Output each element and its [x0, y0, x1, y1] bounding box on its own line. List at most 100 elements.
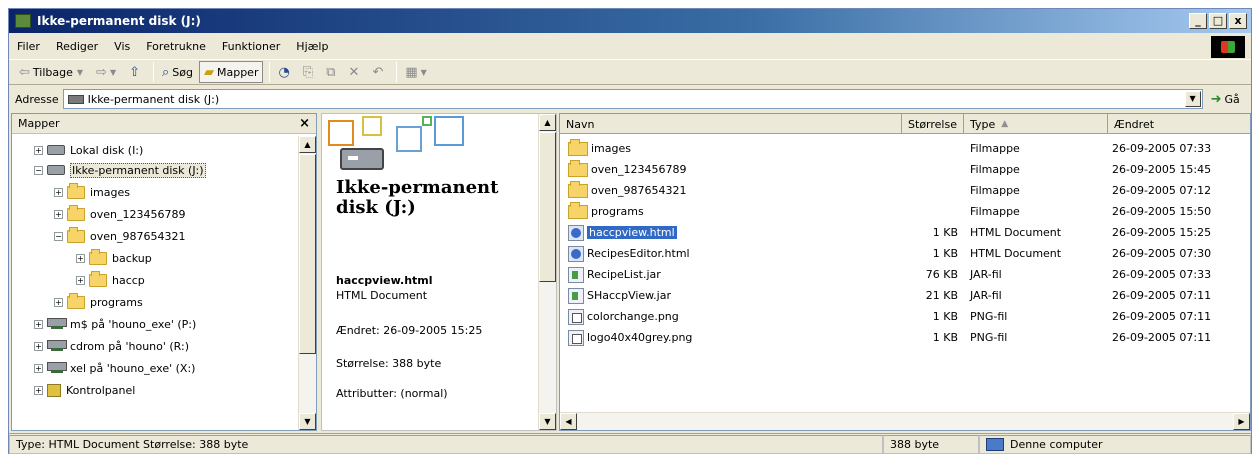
expand-icon[interactable]: + — [34, 341, 43, 351]
file-size: 1 KB — [932, 310, 958, 323]
collapse-icon[interactable]: − — [34, 165, 43, 175]
menu-rediger[interactable]: Rediger — [56, 40, 98, 53]
expand-icon[interactable]: + — [76, 253, 85, 263]
collapse-icon[interactable]: − — [54, 231, 63, 241]
tree-item-haccp[interactable]: + haccp — [76, 270, 145, 290]
tree-item-oven-987654321[interactable]: − oven_987654321 — [54, 226, 185, 246]
expand-icon[interactable]: + — [54, 297, 63, 307]
search-button[interactable]: ⌕ Søg — [158, 61, 197, 83]
file-modified: 26-09-2005 07:33 — [1112, 142, 1212, 155]
list-item[interactable]: colorchange.png 1 KB PNG-fil 26-09-2005 … — [560, 306, 1250, 327]
views-button[interactable]: ▦ ▼ — [401, 61, 433, 83]
scroll-down-button[interactable]: ▼ — [539, 413, 556, 430]
tree-item-ikke-permanent-disk[interactable]: − Ikke-permanent disk (J:) — [34, 160, 206, 180]
menu-foretrukne[interactable]: Foretrukne — [146, 40, 206, 53]
menu-vis[interactable]: Vis — [114, 40, 130, 53]
file-name: oven_987654321 — [591, 184, 687, 197]
file-type: Filmappe — [970, 205, 1020, 218]
file-name-cell: haccpview.html — [568, 224, 677, 241]
go-button[interactable]: ➜ Gå — [1211, 92, 1240, 107]
address-dropdown-button[interactable]: ▼ — [1184, 91, 1201, 107]
expand-icon[interactable]: + — [34, 319, 43, 329]
expand-icon[interactable]: + — [34, 363, 43, 373]
tree-item-lokal-disk[interactable]: + Lokal disk (I:) — [34, 140, 143, 160]
copy-to-button[interactable]: ⧉ — [322, 61, 342, 83]
up-folder-button[interactable]: ⇧ — [125, 61, 147, 83]
list-item[interactable]: oven_123456789 Filmappe 26-09-2005 15:45 — [560, 159, 1250, 180]
list-item[interactable]: SHaccpView.jar 21 KB JAR-fil 26-09-2005 … — [560, 285, 1250, 306]
list-item[interactable]: RecipeList.jar 76 KB JAR-fil 26-09-2005 … — [560, 264, 1250, 285]
folders-button[interactable]: ▰ Mapper — [198, 61, 264, 83]
column-type-label: Type — [970, 117, 996, 131]
file-modified: 26-09-2005 07:30 — [1112, 247, 1212, 260]
list-item-selected[interactable]: haccpview.html 1 KB HTML Document 26-09-… — [560, 222, 1250, 243]
disk-icon — [47, 165, 65, 175]
file-name-cell: colorchange.png — [568, 308, 679, 325]
tree-item-network-drive-p[interactable]: + m$ på 'houno_exe' (P:) — [34, 314, 196, 334]
menu-hjaelp[interactable]: Hjælp — [296, 40, 328, 53]
tree-item-oven-123456789[interactable]: + oven_123456789 — [54, 204, 185, 224]
folder-icon — [568, 180, 588, 198]
maximize-button[interactable]: □ — [1209, 13, 1227, 29]
tree-item-backup[interactable]: + backup — [76, 248, 152, 268]
column-header-type[interactable]: Type ▲ — [964, 114, 1108, 134]
tree-item-network-drive-x[interactable]: + xel på 'houno_exe' (X:) — [34, 358, 195, 378]
delete-button[interactable]: ✕ — [345, 61, 367, 83]
file-list-hscrollbar[interactable]: ◀ ▶ — [560, 412, 1250, 430]
address-input[interactable]: Ikke-permanent disk (J:) ▼ — [62, 89, 1203, 109]
list-item[interactable]: RecipesEditor.html 1 KB HTML Document 26… — [560, 243, 1250, 264]
menu-filer[interactable]: Filer — [17, 40, 40, 53]
tree-item-network-drive-r[interactable]: + cdrom på 'houno' (R:) — [34, 336, 189, 356]
minimize-button[interactable]: _ — [1189, 13, 1207, 29]
list-item[interactable]: programs Filmappe 26-09-2005 15:50 — [560, 201, 1250, 222]
folders-label: Mapper — [216, 65, 259, 79]
move-to-button[interactable]: ⎘ — [299, 61, 320, 83]
scroll-thumb[interactable] — [299, 154, 316, 354]
expand-icon[interactable]: + — [54, 209, 63, 219]
file-name-cell: images — [568, 138, 631, 156]
window-icon[interactable] — [15, 14, 31, 28]
scroll-left-button[interactable]: ◀ — [560, 413, 577, 430]
expand-icon[interactable]: + — [76, 275, 85, 285]
explorer-window: Ikke-permanent disk (J:) _ □ x Filer Red… — [8, 8, 1252, 454]
scroll-up-button[interactable]: ▲ — [299, 136, 316, 153]
jar-file-icon — [568, 287, 584, 304]
scroll-right-button[interactable]: ▶ — [1233, 413, 1250, 430]
menu-funktioner[interactable]: Funktioner — [222, 40, 280, 53]
folder-pane: Mapper × + Lokal disk (I:) − Ikke-perman… — [11, 113, 317, 431]
folder-pane-scrollbar[interactable]: ▲ ▼ — [298, 136, 316, 430]
file-size: 1 KB — [932, 331, 958, 344]
tree-item-kontrolpanel[interactable]: + Kontrolpanel — [34, 380, 135, 400]
tree-item-programs[interactable]: + programs — [54, 292, 143, 312]
scroll-thumb[interactable] — [539, 132, 556, 282]
tree-item-images[interactable]: + images — [54, 182, 130, 202]
expand-icon[interactable]: + — [34, 145, 43, 155]
column-header-size[interactable]: Størrelse — [902, 114, 964, 134]
list-item[interactable]: images Filmappe 26-09-2005 07:33 — [560, 138, 1250, 159]
file-type: Filmappe — [970, 142, 1020, 155]
expand-icon[interactable]: + — [34, 385, 43, 395]
scroll-down-button[interactable]: ▼ — [299, 413, 316, 430]
title-bar[interactable]: Ikke-permanent disk (J:) _ □ x — [9, 9, 1251, 33]
forward-button[interactable]: ⇨ ▼ — [92, 61, 123, 83]
list-item[interactable]: logo40x40grey.png 1 KB PNG-fil 26-09-200… — [560, 327, 1250, 348]
history-button[interactable]: ◔ — [274, 61, 296, 83]
expand-icon[interactable]: + — [54, 187, 63, 197]
move-to-icon: ⎘ — [302, 64, 314, 80]
close-button[interactable]: x — [1229, 13, 1247, 29]
back-button[interactable]: ⇦ Tilbage ▼ — [15, 61, 90, 83]
details-scrollbar[interactable]: ▲ ▼ — [538, 114, 556, 430]
file-type: Filmappe — [970, 163, 1020, 176]
file-modified: 26-09-2005 07:11 — [1112, 310, 1212, 323]
scroll-up-button[interactable]: ▲ — [539, 114, 556, 131]
column-header-modified[interactable]: Ændret — [1108, 114, 1250, 134]
undo-button[interactable]: ↶ — [368, 61, 390, 83]
list-item[interactable]: oven_987654321 Filmappe 26-09-2005 07:12 — [560, 180, 1250, 201]
folder-pane-header: Mapper × — [12, 114, 316, 134]
folder-pane-close-button[interactable]: × — [299, 116, 310, 131]
disk-icon — [47, 145, 65, 155]
deco-square — [434, 116, 464, 146]
folder-icon — [67, 182, 85, 199]
tree-item-label: oven_987654321 — [90, 229, 186, 243]
column-header-name[interactable]: Navn — [560, 114, 902, 134]
